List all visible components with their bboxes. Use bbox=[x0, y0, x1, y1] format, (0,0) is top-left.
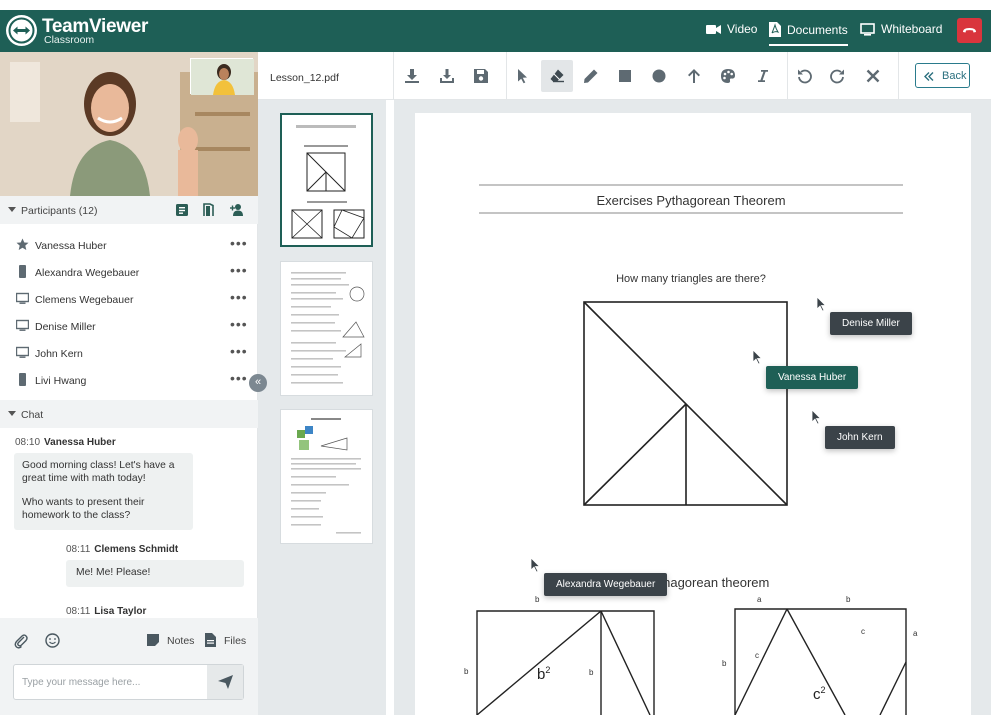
label-exponent: 2 bbox=[545, 665, 551, 675]
pointer-icon bbox=[752, 349, 763, 365]
cursor-label-denise: Denise Miller bbox=[830, 312, 912, 335]
label-c: c bbox=[861, 627, 865, 636]
label-a: a bbox=[757, 595, 762, 604]
label-b: b bbox=[722, 659, 727, 668]
label-a: a bbox=[913, 629, 918, 638]
label-b: b bbox=[464, 667, 469, 676]
cursor-label-vanessa: Vanessa Huber bbox=[766, 366, 859, 389]
label-exponent: 2 bbox=[820, 685, 826, 695]
document-drawing bbox=[476, 184, 907, 715]
label-b: b bbox=[589, 668, 594, 677]
label-c: c bbox=[755, 651, 759, 660]
cursor-label-john: John Kern bbox=[825, 426, 895, 449]
pointer-icon bbox=[530, 557, 541, 573]
double-chevron-left-icon: « bbox=[254, 376, 262, 388]
cursor-label-alexandra: Alexandra Wegebauer bbox=[544, 573, 668, 596]
label-b: b bbox=[846, 595, 851, 604]
label-c-squared: c2 bbox=[813, 685, 826, 703]
pointer-icon bbox=[816, 296, 827, 312]
label-b: b bbox=[535, 595, 540, 604]
pointer-icon bbox=[811, 409, 822, 425]
document-heading: Exercises Pythagorean Theorem bbox=[596, 193, 786, 208]
document-subheading: ythagorean theorem bbox=[653, 575, 770, 590]
document-question: How many triangles are there? bbox=[616, 273, 766, 285]
label-c2-base: c bbox=[813, 686, 821, 703]
label-b-squared: b2 bbox=[537, 665, 550, 683]
collapse-panel-button[interactable]: « bbox=[249, 374, 267, 392]
